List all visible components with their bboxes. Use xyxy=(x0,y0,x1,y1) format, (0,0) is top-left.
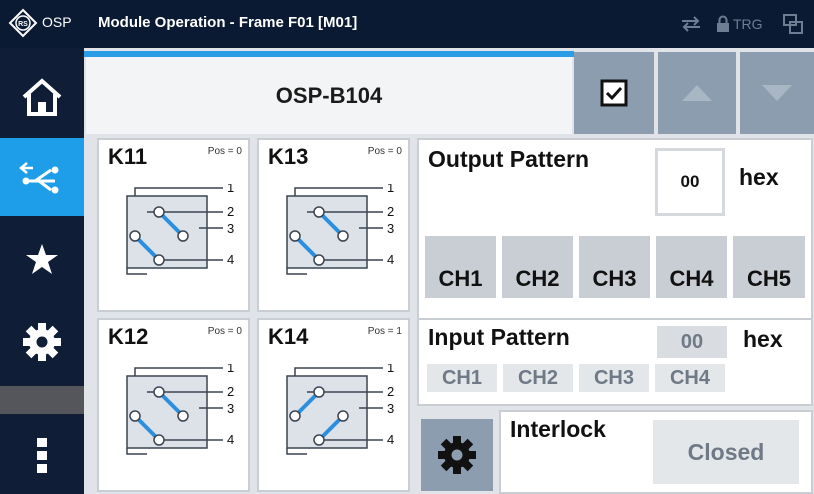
output-pattern-value-field[interactable]: 00 xyxy=(655,148,725,216)
arrow-up-icon xyxy=(682,85,712,101)
port-label: 3 xyxy=(227,401,234,416)
title-bar: RS OSP Module Operation - Frame F01 [M01… xyxy=(0,0,814,48)
output-pattern-title: Output Pattern xyxy=(428,146,589,172)
relay-diagram-pos0: 1 2 3 4 xyxy=(126,184,234,275)
relay-card-k13[interactable]: K13 Pos = 0 1 2 3 4 xyxy=(257,138,410,312)
next-module-button[interactable] xyxy=(740,52,814,134)
relay-diagram-pos0: 1 2 3 4 xyxy=(126,364,234,455)
port-label: 3 xyxy=(387,401,394,416)
output-pattern-unit: hex xyxy=(739,164,779,190)
relay-position: Pos = 0 xyxy=(207,326,242,337)
port-label: 3 xyxy=(227,221,234,236)
relay-diagram-pos0: 1 2 3 4 xyxy=(286,184,394,275)
input-channel-indicator: CH2 xyxy=(503,364,573,392)
main-panel: OSP-B104 K11 Pos = 0 1 2 3 4 K13 Pos = 0… xyxy=(84,48,814,494)
relay-position: Pos = 0 xyxy=(367,146,402,157)
sidebar-item-favorites[interactable] xyxy=(0,220,84,298)
relay-name: K14 xyxy=(268,324,309,349)
output-channel-button[interactable]: CH4 xyxy=(656,236,727,298)
input-channel-indicator: CH4 xyxy=(655,364,725,392)
confirm-button[interactable] xyxy=(574,52,654,134)
output-channel-button[interactable]: CH5 xyxy=(733,236,805,298)
sidebar-item-home[interactable] xyxy=(0,58,84,136)
output-channel-button[interactable]: CH2 xyxy=(502,236,573,298)
sidebar-item-settings[interactable] xyxy=(0,303,84,381)
input-pattern-unit: hex xyxy=(743,326,783,352)
checkbox-checked-icon xyxy=(600,79,628,107)
port-label: 4 xyxy=(387,432,394,447)
interlock-title: Interlock xyxy=(510,416,606,442)
switch-path-icon xyxy=(19,162,59,194)
port-label: 3 xyxy=(387,221,394,236)
input-pattern-title: Input Pattern xyxy=(428,324,570,350)
relay-position: Pos = 0 xyxy=(207,146,242,157)
port-label: 1 xyxy=(387,364,394,375)
port-label: 2 xyxy=(227,384,234,399)
sidebar-item-more[interactable] xyxy=(0,418,84,494)
input-channel-indicator: CH3 xyxy=(579,364,649,392)
relay-position: Pos = 1 xyxy=(367,326,402,337)
port-label: 4 xyxy=(227,252,234,267)
interlock-status: Closed xyxy=(653,420,799,484)
port-label: 2 xyxy=(387,204,394,219)
input-channel-indicator: CH1 xyxy=(427,364,497,392)
output-channel-button[interactable]: CH3 xyxy=(579,236,650,298)
relay-name: K13 xyxy=(268,144,309,169)
port-label: 4 xyxy=(387,252,394,267)
gear-icon xyxy=(23,323,61,361)
screen-copy-icon[interactable] xyxy=(782,12,804,36)
port-label: 4 xyxy=(227,432,234,447)
interlock-panel: Interlock Closed xyxy=(499,410,813,494)
lock-icon[interactable]: TRG xyxy=(716,12,763,36)
input-pattern-panel: Input Pattern 00 hex CH1 CH2 CH3 CH4 xyxy=(417,318,813,406)
port-label: 2 xyxy=(387,384,394,399)
arrow-down-icon xyxy=(762,85,792,101)
port-label: 1 xyxy=(387,184,394,195)
port-label: 1 xyxy=(227,364,234,375)
relay-name: K11 xyxy=(108,144,148,169)
home-icon xyxy=(22,78,62,116)
sidebar-item-switch[interactable] xyxy=(0,138,84,216)
port-label: 1 xyxy=(227,184,234,195)
port-label: 2 xyxy=(227,204,234,219)
input-pattern-value: 00 xyxy=(657,326,727,358)
previous-module-button[interactable] xyxy=(658,52,736,134)
window-title: Module Operation - Frame F01 [M01] xyxy=(98,14,358,31)
app-label: OSP xyxy=(42,14,72,30)
sidebar-divider xyxy=(0,386,84,414)
relay-card-k12[interactable]: K12 Pos = 0 1 2 3 4 xyxy=(97,318,250,492)
relay-card-k11[interactable]: K11 Pos = 0 1 2 3 4 xyxy=(97,138,250,312)
more-vertical-icon xyxy=(37,438,47,473)
svg-text:RS: RS xyxy=(18,21,28,28)
rs-logo-icon: RS xyxy=(8,8,38,38)
relay-card-k14[interactable]: K14 Pos = 1 1 2 3 4 xyxy=(257,318,410,492)
sidebar xyxy=(0,48,84,494)
relay-diagram-pos1: 1 2 3 4 xyxy=(286,364,394,455)
output-channel-button[interactable]: CH1 xyxy=(425,236,496,298)
trg-label: TRG xyxy=(733,16,763,32)
relay-name: K12 xyxy=(108,324,149,349)
interlock-settings-button[interactable] xyxy=(421,419,493,491)
star-icon xyxy=(26,244,58,274)
transfer-arrows-icon[interactable] xyxy=(680,12,702,36)
module-title: OSP-B104 xyxy=(86,57,572,134)
gear-icon xyxy=(438,436,476,474)
